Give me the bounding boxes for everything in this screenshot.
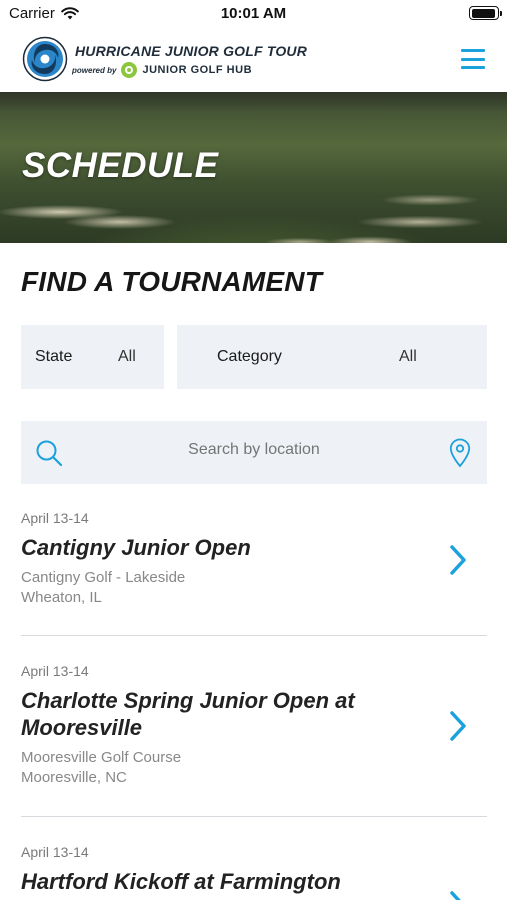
powered-by-label: powered by [72,65,117,75]
tournament-name: Hartford Kickoff at Farmington [21,869,341,894]
hero-shade [0,92,507,112]
tournament-course: Cantigny Golf - Lakeside [21,569,186,586]
clock: 10:01 AM [220,5,287,22]
app-header: HURRICANE JUNIOR GOLF TOUR powered by JU… [0,30,507,92]
partner-label: JUNIOR GOLF HUB [142,64,253,76]
battery-fill [471,8,496,18]
state-filter-label: State [35,348,73,365]
tournament-date: April 13-14 [21,663,89,679]
logo-title: HURRICANE JUNIOR GOLF TOUR [75,43,308,59]
section-title: FIND A TOURNAMENT [21,266,323,297]
category-filter-label: Category [217,348,282,365]
tournament-city: Mooresville, NC [21,769,127,786]
location-search[interactable] [21,421,487,484]
hero-banner: SCHEDULE [0,92,507,243]
chevron-right-icon[interactable] [449,890,467,900]
tournament-city: Wheaton, IL [21,589,102,606]
page-title: SCHEDULE [22,146,219,185]
tournament-course: Mooresville Golf Course [21,749,182,766]
chevron-right-icon[interactable] [449,544,467,576]
tournament-name: Cantigny Junior Open [21,535,251,560]
battery-icon [469,6,502,20]
state-filter[interactable]: State All [21,325,164,389]
tournament-name: Charlotte Spring Junior Open at Mooresvi… [21,688,355,740]
tournament-item[interactable]: April 13-14 Hartford Kickoff at Farmingt… [21,844,487,900]
hamburger-menu-icon[interactable] [461,49,485,69]
state-filter-value: All [118,348,136,365]
category-filter[interactable]: Category All [177,325,487,389]
chevron-right-icon[interactable] [449,710,467,742]
tournament-date: April 13-14 [21,844,89,860]
location-pin-icon[interactable] [449,438,471,468]
status-bar: Carrier 10:01 AM [0,0,507,30]
list-divider [21,635,487,636]
junior-golf-hub-icon [121,62,138,78]
tournament-date: April 13-14 [21,510,89,526]
list-divider [21,816,487,817]
hurricane-logo-icon[interactable] [22,36,68,82]
category-filter-value: All [399,348,417,365]
search-input[interactable] [21,441,487,459]
tournament-item[interactable]: April 13-14 Cantigny Junior Open Cantign… [21,510,487,608]
tournament-item[interactable]: April 13-14 Charlotte Spring Junior Open… [21,663,487,788]
logo-subtitle: powered by JUNIOR GOLF HUB [72,62,252,78]
